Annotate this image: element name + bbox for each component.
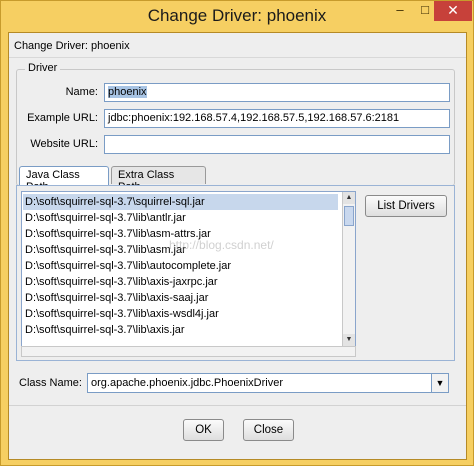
driver-group-title: Driver <box>25 62 61 74</box>
list-item[interactable]: D:\soft\squirrel-sql-3.7\lib\axis-saaj.j… <box>23 290 338 306</box>
dialog-header-text: Change Driver: phoenix <box>14 40 130 52</box>
name-field-value: phoenix <box>108 86 147 98</box>
footer-separator <box>9 405 466 406</box>
list-item[interactable]: D:\soft\squirrel-sql-3.7\lib\asm.jar <box>23 242 338 258</box>
list-vertical-scrollbar[interactable]: ▲ ▼ <box>342 192 355 346</box>
close-window-icon[interactable]: ✕ <box>434 1 472 21</box>
class-path-list[interactable]: D:\soft\squirrel-sql-3.7\squirrel-sql.ja… <box>21 191 356 347</box>
website-url-field[interactable] <box>104 135 450 154</box>
website-url-label: Website URL: <box>30 138 98 150</box>
java-class-path-panel: D:\soft\squirrel-sql-3.7\squirrel-sql.ja… <box>16 185 455 361</box>
example-url-label: Example URL: <box>27 112 98 124</box>
name-field[interactable]: phoenix <box>104 83 450 102</box>
tab-extra-class-path[interactable]: Extra Class Path <box>111 166 206 193</box>
close-button[interactable]: Close <box>243 419 294 441</box>
chevron-down-icon[interactable]: ▼ <box>431 374 448 392</box>
scroll-up-icon[interactable]: ▲ <box>343 192 355 204</box>
class-name-label: Class Name: <box>19 377 82 389</box>
list-item[interactable]: D:\soft\squirrel-sql-3.7\lib\asm-attrs.j… <box>23 226 338 242</box>
class-name-value: org.apache.phoenix.jdbc.PhoenixDriver <box>91 377 284 389</box>
minimize-icon[interactable]: – <box>387 1 413 21</box>
list-item[interactable]: D:\soft\squirrel-sql-3.7\squirrel-sql.ja… <box>23 194 338 210</box>
scroll-down-icon[interactable]: ▼ <box>343 334 355 346</box>
list-item[interactable]: D:\soft\squirrel-sql-3.7\lib\autocomplet… <box>23 258 338 274</box>
class-name-combobox[interactable]: org.apache.phoenix.jdbc.PhoenixDriver ▼ <box>87 373 449 393</box>
title-bar[interactable]: Change Driver: phoenix – □ ✕ <box>1 1 473 31</box>
dialog-body: Change Driver: phoenix Driver Name: phoe… <box>8 32 467 460</box>
tab-java-class-path[interactable]: Java Class Path <box>19 166 109 193</box>
dialog-header: Change Driver: phoenix <box>9 33 466 58</box>
list-item[interactable]: D:\soft\squirrel-sql-3.7\lib\axis.jar <box>23 322 338 338</box>
name-label: Name: <box>65 86 98 98</box>
list-drivers-button[interactable]: List Drivers <box>365 195 447 217</box>
change-driver-window: Change Driver: phoenix – □ ✕ Change Driv… <box>0 0 474 466</box>
list-item[interactable]: D:\soft\squirrel-sql-3.7\lib\antlr.jar <box>23 210 338 226</box>
list-horizontal-scrollbar[interactable] <box>21 346 356 357</box>
ok-button[interactable]: OK <box>183 419 224 441</box>
list-item[interactable]: D:\soft\squirrel-sql-3.7\lib\axis-wsdl4j… <box>23 306 338 322</box>
list-item[interactable]: D:\soft\squirrel-sql-3.7\lib\axis-jaxrpc… <box>23 274 338 290</box>
example-url-field[interactable]: jdbc:phoenix:192.168.57.4,192.168.57.5,1… <box>104 109 450 128</box>
example-url-value: jdbc:phoenix:192.168.57.4,192.168.57.5,1… <box>108 112 400 124</box>
scrollbar-thumb[interactable] <box>344 206 354 226</box>
